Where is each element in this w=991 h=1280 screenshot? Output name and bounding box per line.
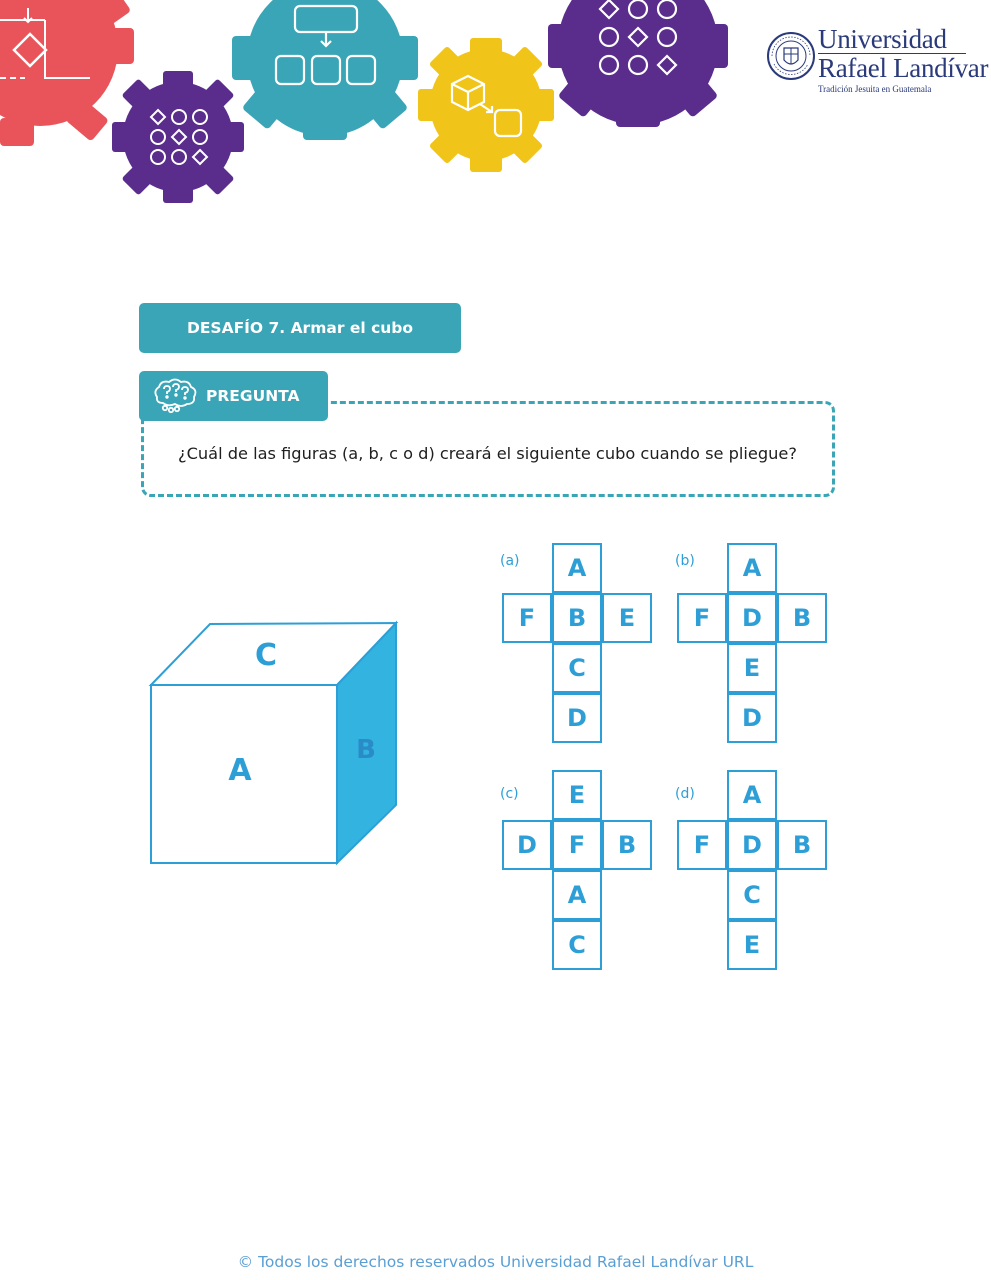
net-cell: C xyxy=(552,920,602,970)
net-cell: E xyxy=(602,593,652,643)
question-tab-label: PREGUNTA xyxy=(206,387,300,405)
question-tab: PREGUNTA xyxy=(139,371,328,421)
option-b-net: (b) A F D B E D xyxy=(675,543,829,745)
option-c-net: (c) E D F B A C xyxy=(500,770,654,972)
yellow-gear-icon xyxy=(418,38,554,172)
net-cell: F xyxy=(502,593,552,643)
net-cell: E xyxy=(727,920,777,970)
teal-gear-icon xyxy=(232,0,418,140)
option-label: (d) xyxy=(675,786,695,802)
cube-illustration: A C B xyxy=(148,620,399,866)
logo-name-line2: Rafael Landívar xyxy=(818,53,989,83)
purple-large-gear-icon xyxy=(548,0,728,127)
net-cell: D xyxy=(727,593,777,643)
cube-front-label: A xyxy=(228,753,252,788)
cube-side-label: B xyxy=(356,735,376,765)
net-cell: D xyxy=(727,693,777,743)
university-seal-icon xyxy=(767,32,815,80)
option-label: (a) xyxy=(500,553,520,569)
challenge-title: DESAFÍO 7. Armar el cubo xyxy=(139,303,461,353)
net-cell: B xyxy=(777,593,827,643)
net-cell: D xyxy=(502,820,552,870)
net-cell: E xyxy=(727,643,777,693)
net-cell: F xyxy=(552,820,602,870)
net-cell: B xyxy=(602,820,652,870)
net-cell: C xyxy=(727,870,777,920)
net-cell: D xyxy=(552,693,602,743)
net-cell: B xyxy=(552,593,602,643)
net-cell: A xyxy=(552,543,602,593)
logo-name-line1: Universidad xyxy=(818,24,947,54)
net-cell: F xyxy=(677,820,727,870)
net-cell: B xyxy=(777,820,827,870)
net-cell: D xyxy=(727,820,777,870)
net-cell: A xyxy=(727,770,777,820)
option-label: (b) xyxy=(675,553,695,569)
thinking-cloud-icon xyxy=(154,378,197,414)
question-text: ¿Cuál de las figuras (a, b, c o d) crear… xyxy=(178,444,797,463)
university-logo: Universidad Rafael Landívar Tradición Je… xyxy=(766,22,988,102)
copyright-footer: © Todos los derechos reservados Universi… xyxy=(237,1253,754,1271)
header-gears-illustration xyxy=(0,0,728,203)
net-cell: C xyxy=(552,643,602,693)
net-cell: A xyxy=(552,870,602,920)
option-d-net: (d) A F D B C E xyxy=(675,770,829,972)
logo-tagline: Tradición Jesuita en Guatemala xyxy=(818,84,932,94)
net-cell: F xyxy=(677,593,727,643)
option-a-net: (a) A F B E C D xyxy=(500,543,654,745)
cube-top-label: C xyxy=(255,638,277,673)
option-label: (c) xyxy=(500,786,519,802)
net-cell: E xyxy=(552,770,602,820)
net-cell: A xyxy=(727,543,777,593)
purple-small-gear-icon xyxy=(112,71,244,203)
